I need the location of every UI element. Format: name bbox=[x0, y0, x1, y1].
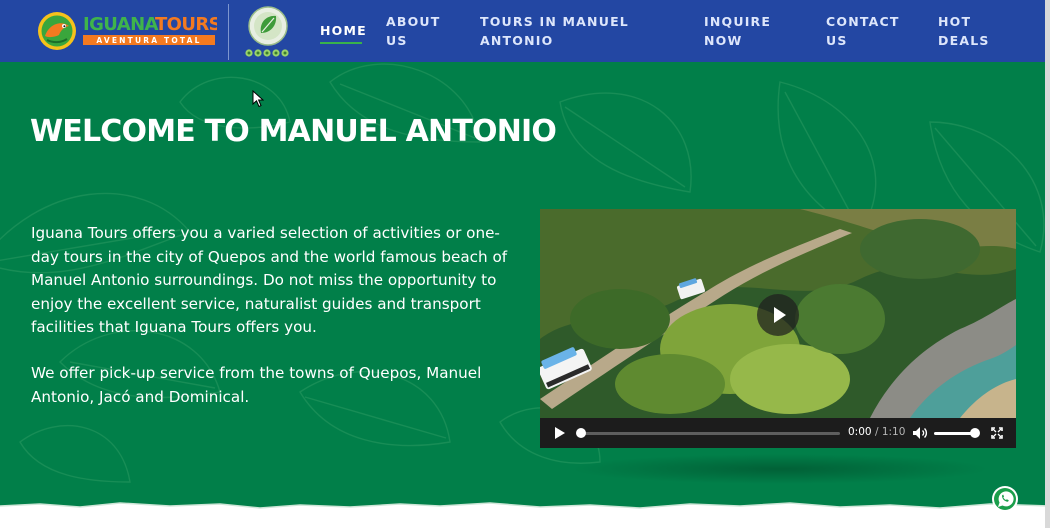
certification-badge-icon bbox=[245, 6, 289, 57]
logo-divider bbox=[228, 4, 229, 60]
pickup-paragraph: We offer pick-up service from the towns … bbox=[31, 364, 482, 406]
svg-text:AVENTURA TOTAL: AVENTURA TOTAL bbox=[96, 36, 201, 45]
nav-tours-label-line2: ANTONIO bbox=[480, 33, 554, 48]
video-duration: 1:10 bbox=[881, 426, 906, 438]
intro-paragraph: Iguana Tours offers you a varied selecti… bbox=[31, 224, 508, 336]
svg-text:IGUANA: IGUANA bbox=[83, 14, 159, 35]
page-title: WELCOME TO MANUEL ANTONIO bbox=[30, 114, 557, 149]
site-header: IGUANA TOURS AVENTURA TOTAL HOME ABOUT U… bbox=[0, 0, 1050, 62]
video-shadow bbox=[570, 454, 990, 484]
nav-about-us-label-line1: ABOUT bbox=[386, 14, 441, 29]
volume-icon[interactable] bbox=[912, 426, 928, 440]
nav-tours-in-manuel-antonio[interactable]: TOURS IN MANUEL ANTONIO bbox=[480, 12, 629, 50]
nav-inquire-now[interactable]: INQUIRE NOW bbox=[704, 12, 771, 50]
video-time-display: 0:00 / 1:10 bbox=[848, 426, 905, 438]
nav-home-label: HOME bbox=[320, 23, 367, 38]
nav-active-underline bbox=[320, 42, 362, 44]
nav-hot-deals-label-line2: DEALS bbox=[938, 33, 990, 48]
video-timeline[interactable] bbox=[580, 432, 840, 435]
svg-text:TOURS: TOURS bbox=[155, 14, 217, 35]
page-scrollbar[interactable] bbox=[1045, 0, 1050, 528]
video-player[interactable]: 0:00 / 1:10 bbox=[540, 209, 1016, 448]
nav-contact-label-line2: US bbox=[826, 33, 848, 48]
whatsapp-chat-button[interactable] bbox=[992, 486, 1018, 512]
volume-slider-handle[interactable] bbox=[970, 428, 980, 438]
nav-tours-label-line1: TOURS IN MANUEL bbox=[480, 14, 629, 29]
video-play-button[interactable] bbox=[757, 294, 799, 336]
nav-hot-deals-label-line1: HOT bbox=[938, 14, 972, 29]
torn-paper-edge bbox=[0, 502, 1050, 528]
mouse-cursor-icon bbox=[252, 90, 264, 108]
play-icon bbox=[774, 307, 786, 323]
nav-inquire-label-line1: INQUIRE bbox=[704, 14, 772, 29]
fullscreen-icon[interactable] bbox=[991, 427, 1003, 439]
nav-inquire-label-line2: NOW bbox=[704, 33, 743, 48]
nav-about-us-label-line2: US bbox=[386, 33, 408, 48]
video-time-separator: / bbox=[874, 426, 879, 438]
iguana-tours-logo[interactable]: IGUANA TOURS AVENTURA TOTAL bbox=[37, 10, 217, 52]
nav-about-us[interactable]: ABOUT US bbox=[386, 12, 441, 50]
video-timeline-handle[interactable] bbox=[576, 428, 586, 438]
video-controls-bar: 0:00 / 1:10 bbox=[540, 418, 1016, 448]
whatsapp-icon bbox=[994, 488, 1016, 510]
nav-contact-us[interactable]: CONTACT US bbox=[826, 12, 900, 50]
nav-home[interactable]: HOME bbox=[320, 21, 367, 40]
nav-contact-label-line1: CONTACT bbox=[826, 14, 900, 29]
control-play-icon[interactable] bbox=[553, 426, 567, 440]
nav-hot-deals[interactable]: HOT DEALS bbox=[938, 12, 990, 50]
video-current-time: 0:00 bbox=[848, 426, 872, 438]
hero-section: WELCOME TO MANUEL ANTONIO Iguana Tours o… bbox=[0, 62, 1050, 528]
